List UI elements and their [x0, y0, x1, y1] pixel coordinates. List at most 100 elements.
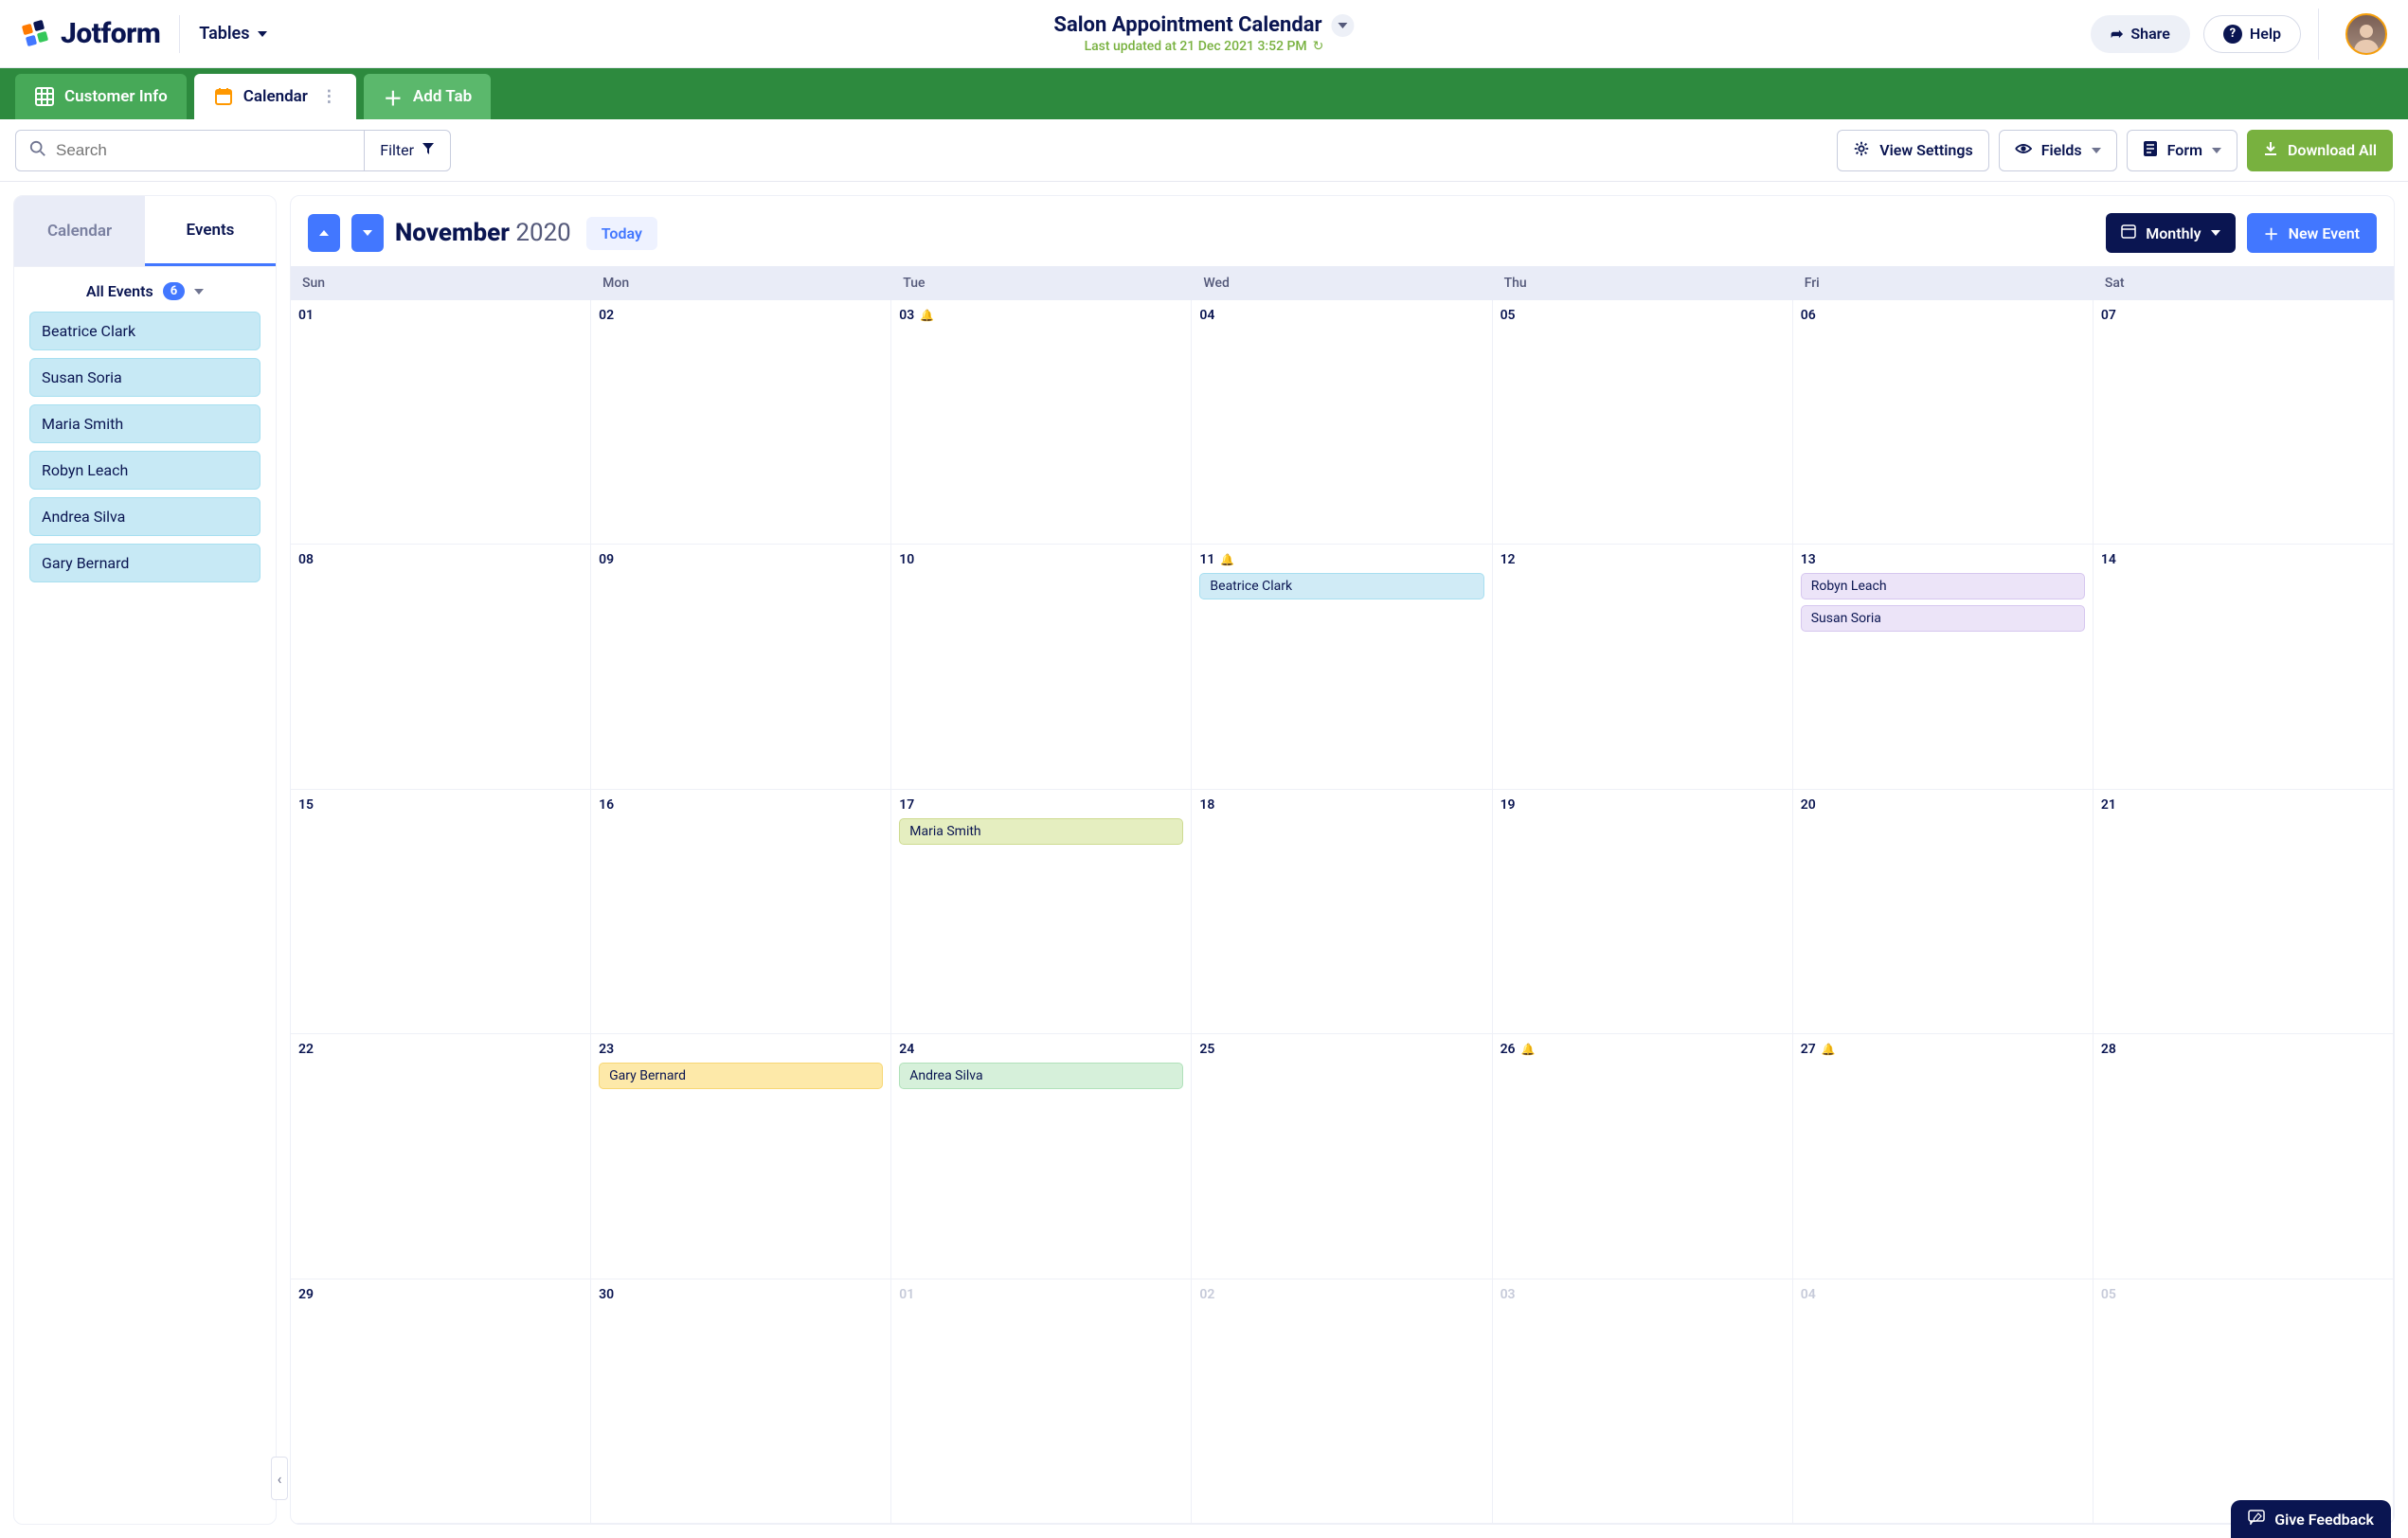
day-cell[interactable]: 16 [591, 790, 891, 1034]
help-label: Help [2250, 25, 2281, 43]
all-events-header[interactable]: All Events 6 [14, 267, 276, 312]
day-cell[interactable]: 01 [891, 1279, 1192, 1524]
page-title-block: Salon Appointment Calendar Last updated … [1053, 13, 1354, 54]
tables-dropdown[interactable]: Tables [199, 24, 266, 44]
divider [179, 15, 180, 53]
day-cell[interactable]: 08 [291, 545, 591, 789]
bell-icon: 🔔 [1220, 553, 1234, 566]
day-cell[interactable]: 05 [1493, 300, 1793, 545]
fields-button[interactable]: Fields [1999, 130, 2117, 171]
event-chip[interactable]: Beatrice Clark [1199, 573, 1483, 599]
day-cell[interactable]: 07 [2094, 300, 2394, 545]
day-cell[interactable]: 01 [291, 300, 591, 545]
bell-icon: 🔔 [1822, 1043, 1836, 1056]
event-chip[interactable]: Robyn Leach [1801, 573, 2085, 599]
event-name-item[interactable]: Andrea Silva [29, 497, 261, 536]
today-button[interactable]: Today [586, 217, 657, 250]
add-tab-button[interactable]: ＋ Add Tab [364, 74, 491, 119]
dow-cell: Wed [1192, 266, 1492, 300]
view-settings-button[interactable]: View Settings [1837, 130, 1989, 171]
event-name-item[interactable]: Beatrice Clark [29, 312, 261, 350]
filter-button[interactable]: Filter [364, 131, 450, 170]
day-cell[interactable]: 09 [591, 545, 891, 789]
day-cell[interactable]: 23Gary Bernard [591, 1034, 891, 1279]
sidebar-tab-events[interactable]: Events [145, 196, 276, 266]
logo-icon [21, 19, 51, 49]
share-button[interactable]: ➦ Share [2091, 15, 2190, 53]
chevron-down-icon [2092, 148, 2101, 153]
day-cell[interactable]: 24Andrea Silva [891, 1034, 1192, 1279]
main: Calendar Events All Events 6 Beatrice Cl… [0, 182, 2408, 1538]
download-icon [2263, 141, 2278, 160]
day-number: 05 [1501, 308, 1785, 323]
help-button[interactable]: ? Help [2203, 15, 2301, 53]
sidebar-collapse-button[interactable]: ‹ [271, 1457, 288, 1500]
chevron-down-icon [1339, 23, 1348, 28]
day-cell[interactable]: 18 [1192, 790, 1492, 1034]
prev-month-button[interactable] [308, 214, 340, 252]
day-cell[interactable]: 04 [1793, 1279, 2094, 1524]
day-number: 26🔔 [1501, 1042, 1785, 1057]
day-cell[interactable]: 19 [1493, 790, 1793, 1034]
day-cell[interactable]: 06 [1793, 300, 2094, 545]
day-cell[interactable]: 22 [291, 1034, 591, 1279]
next-month-button[interactable] [351, 214, 384, 252]
view-mode-dropdown[interactable]: Monthly [2106, 213, 2235, 253]
sidebar-tabs: Calendar Events [14, 196, 276, 267]
event-chip[interactable]: Andrea Silva [899, 1063, 1183, 1089]
event-chip[interactable]: Maria Smith [899, 818, 1183, 845]
view-mode-label: Monthly [2146, 224, 2201, 242]
tab-customer-info[interactable]: Customer Info [15, 74, 187, 119]
day-number: 09 [599, 552, 883, 567]
event-name-item[interactable]: Maria Smith [29, 404, 261, 443]
new-event-button[interactable]: ＋ New Event [2247, 213, 2377, 253]
logo[interactable]: Jotform [21, 17, 160, 50]
day-cell[interactable]: 05 [2094, 1279, 2394, 1524]
day-cell[interactable]: 14 [2094, 545, 2394, 789]
day-cell[interactable]: 29 [291, 1279, 591, 1524]
tab-more-icon[interactable]: ⋮ [321, 87, 337, 106]
refresh-icon[interactable]: ↻ [1313, 39, 1324, 54]
day-cell[interactable]: 21 [2094, 790, 2394, 1034]
tab-calendar[interactable]: Calendar ⋮ [194, 74, 356, 119]
day-cell[interactable]: 10 [891, 545, 1192, 789]
day-cell[interactable]: 25 [1192, 1034, 1492, 1279]
day-cell[interactable]: 11🔔 Beatrice Clark [1192, 545, 1492, 789]
calendar-panel: November 2020 Today Monthly ＋ New Event [290, 195, 2395, 1525]
avatar[interactable] [2345, 13, 2387, 55]
day-cell[interactable]: 15 [291, 790, 591, 1034]
calendar-icon [213, 86, 234, 107]
day-number: 07 [2101, 308, 2385, 323]
sidebar-tab-calendar[interactable]: Calendar [14, 196, 145, 266]
day-cell[interactable]: 28 [2094, 1034, 2394, 1279]
day-cell[interactable]: 04 [1192, 300, 1492, 545]
day-cell[interactable]: 13Robyn LeachSusan Soria [1793, 545, 2094, 789]
calendar-title: November 2020 [395, 219, 571, 247]
day-cell[interactable]: 27🔔 [1793, 1034, 2094, 1279]
event-chip[interactable]: Susan Soria [1801, 605, 2085, 632]
event-chip[interactable]: Gary Bernard [599, 1063, 883, 1089]
view-settings-label: View Settings [1879, 141, 1973, 159]
search-input[interactable] [56, 141, 350, 160]
day-cell[interactable]: 03🔔 [891, 300, 1192, 545]
day-number: 11🔔 [1199, 552, 1483, 567]
day-cell[interactable]: 17Maria Smith [891, 790, 1192, 1034]
day-cell[interactable]: 26🔔 [1493, 1034, 1793, 1279]
day-cell[interactable]: 12 [1493, 545, 1793, 789]
share-icon: ➦ [2111, 25, 2123, 43]
day-cell[interactable]: 02 [591, 300, 891, 545]
tab-label: Add Tab [413, 87, 472, 106]
event-name-item[interactable]: Robyn Leach [29, 451, 261, 490]
event-name-item[interactable]: Gary Bernard [29, 544, 261, 582]
tab-label: Customer Info [64, 87, 168, 106]
title-dropdown[interactable] [1332, 14, 1355, 37]
day-cell[interactable]: 02 [1192, 1279, 1492, 1524]
day-cell[interactable]: 20 [1793, 790, 2094, 1034]
form-button[interactable]: Form [2127, 130, 2237, 171]
day-cell[interactable]: 03 [1493, 1279, 1793, 1524]
form-label: Form [2167, 141, 2202, 159]
day-cell[interactable]: 30 [591, 1279, 891, 1524]
event-name-item[interactable]: Susan Soria [29, 358, 261, 397]
give-feedback-button[interactable]: Give Feedback [2231, 1500, 2391, 1538]
download-all-button[interactable]: Download All [2247, 130, 2393, 171]
